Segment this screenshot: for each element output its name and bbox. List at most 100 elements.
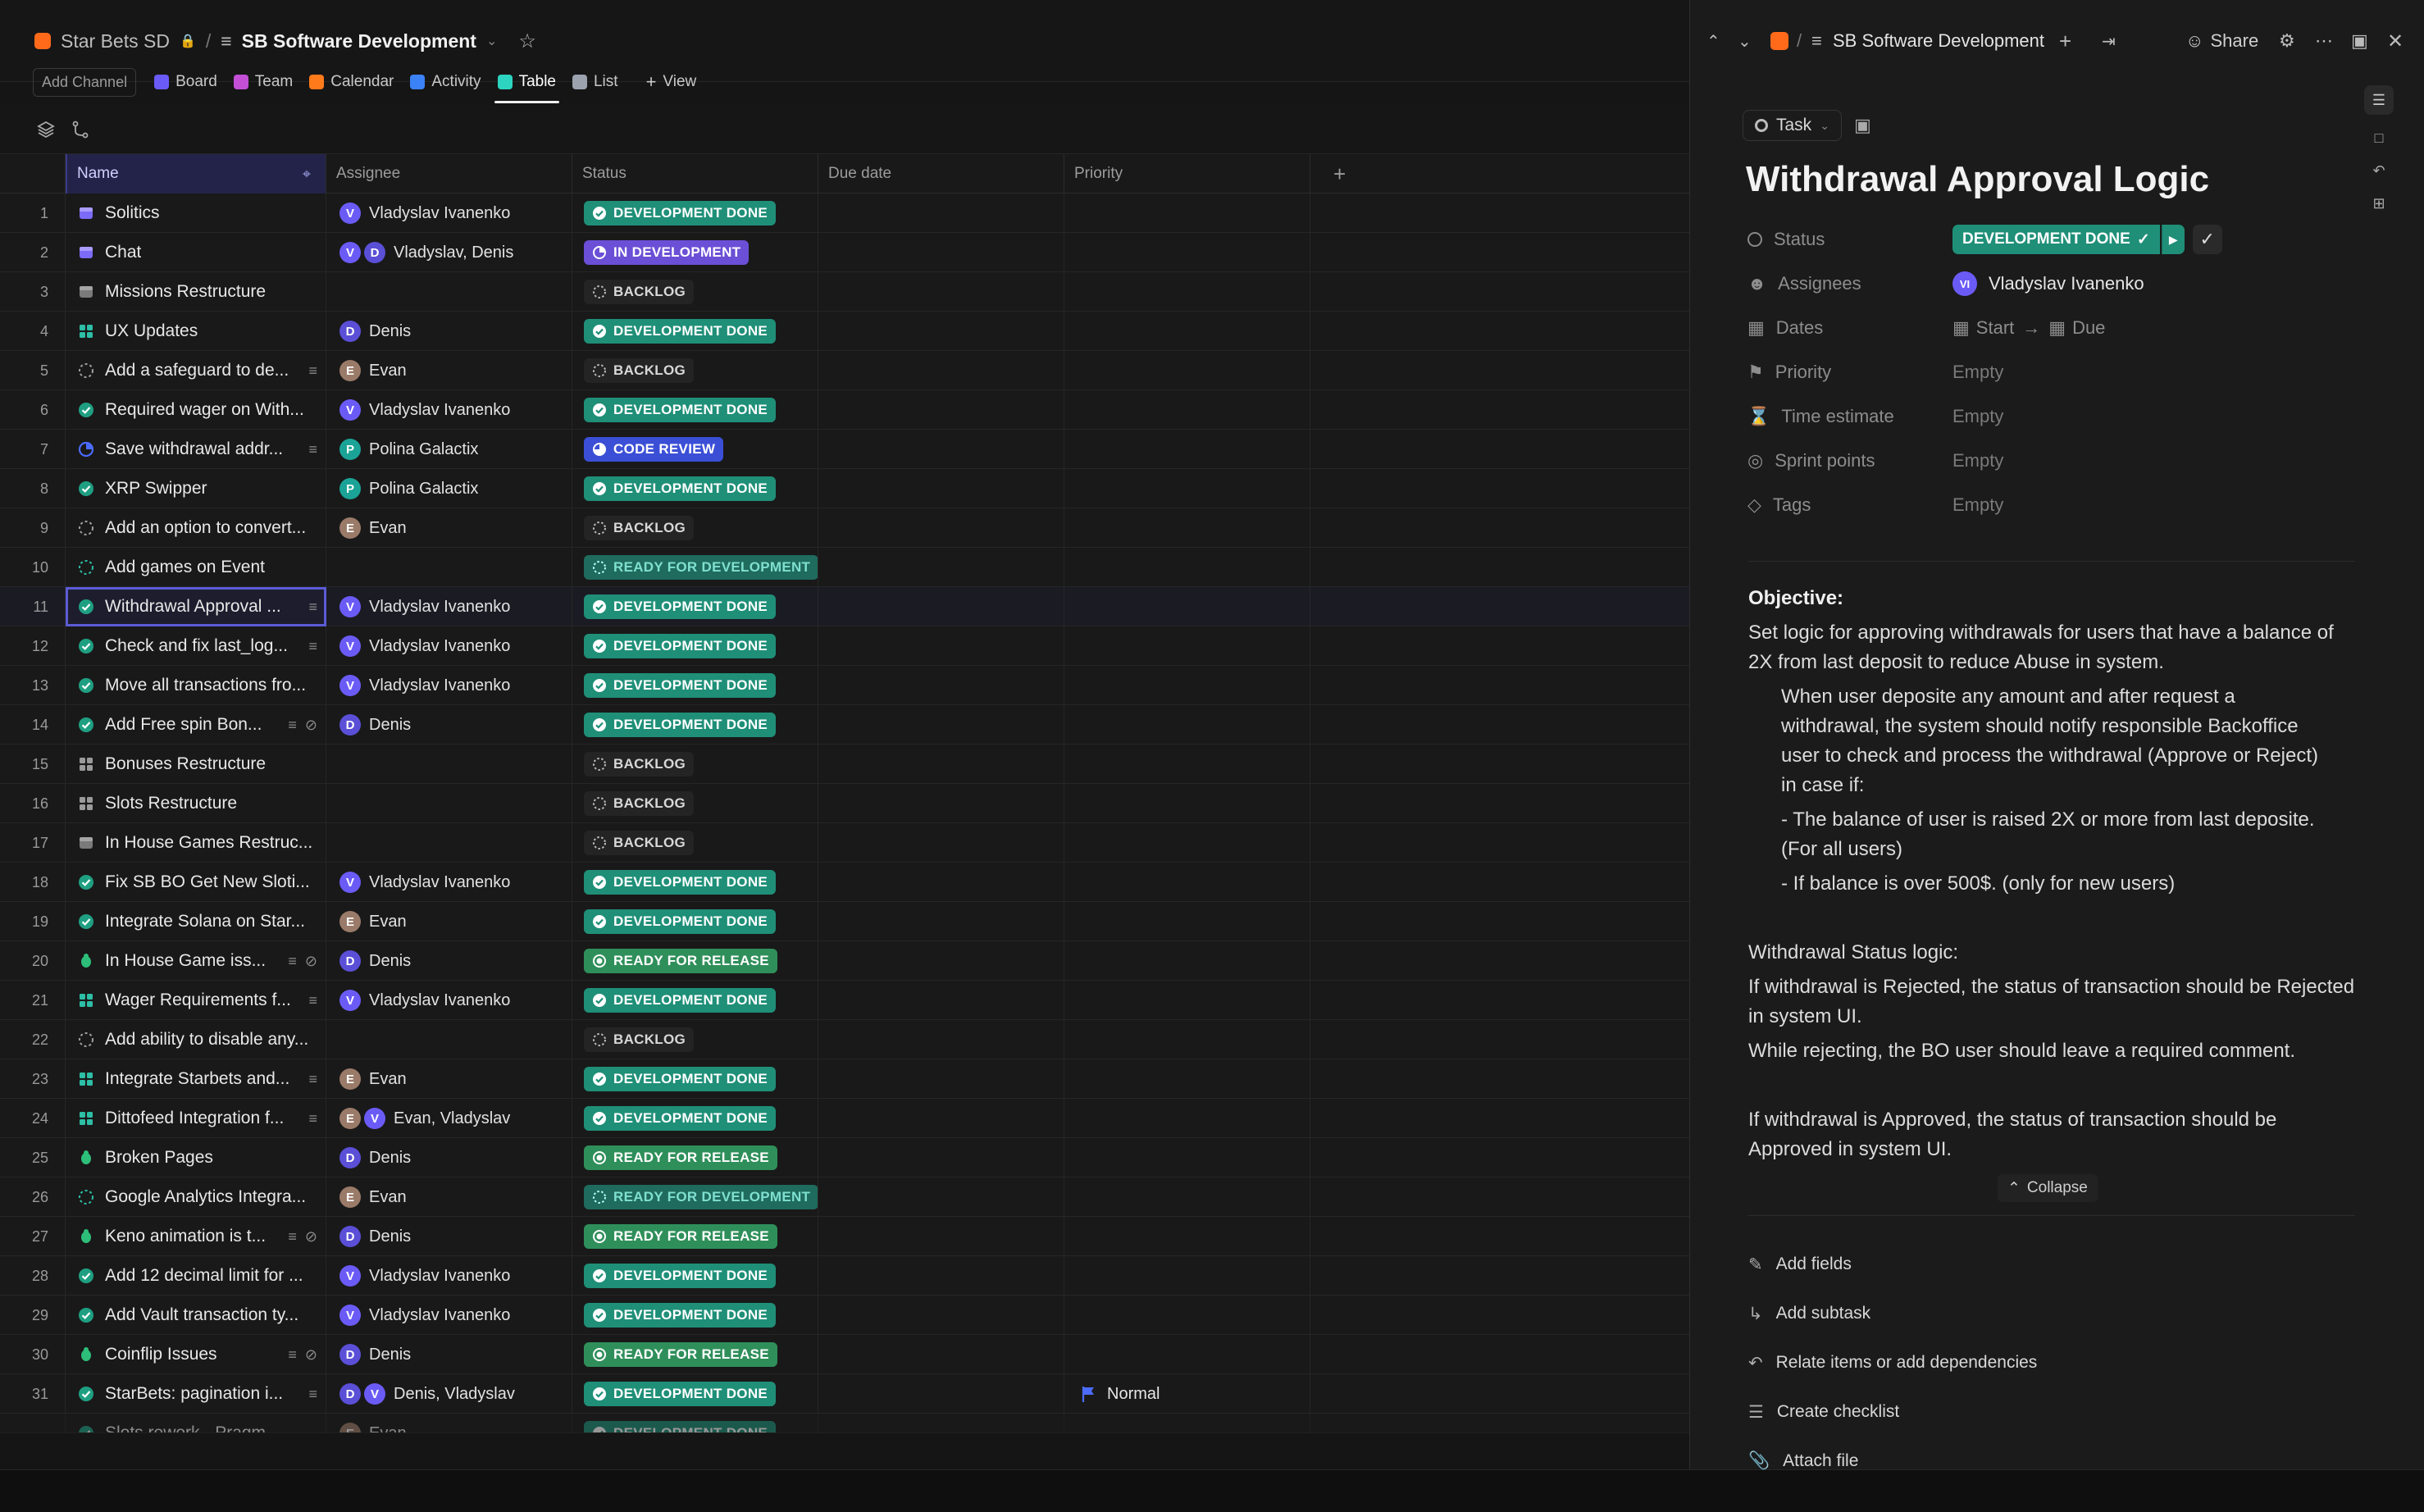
tab-list[interactable]: List [564,66,627,98]
move-icon[interactable]: ⇥ [2102,31,2116,52]
check-status-icon[interactable] [77,637,95,655]
start-date-button[interactable]: ▦ Start [1952,317,2014,339]
priority-cell[interactable] [1064,981,1310,1020]
relate-items-button[interactable]: ↶ Relate items or add dependencies [1748,1346,2037,1379]
status-cell[interactable]: BACKLOG [572,745,818,784]
status-badge[interactable]: DEVELOPMENT DONE [584,398,777,422]
add-subtask-button[interactable]: ↳ Add subtask [1748,1297,1870,1330]
details-icon[interactable]: ☰ [2364,85,2394,115]
subtasks-icon[interactable] [71,120,90,139]
table-row[interactable]: 8 XRP Swipper P Polina Galactix DEVELOPMENT … [0,469,1689,508]
assignee-cell[interactable] [326,784,572,823]
priority-cell[interactable] [1064,587,1310,626]
status-cell[interactable]: DEVELOPMENT DONE [572,469,818,508]
task-name-cell[interactable]: Withdrawal Approval ... ≡ [66,587,326,626]
check-status-icon[interactable] [77,676,95,695]
tab-table[interactable]: Table [490,66,564,103]
collapse-button[interactable]: ⌃ Collapse [1998,1174,2098,1202]
priority-cell[interactable] [1064,941,1310,981]
due-date-cell[interactable] [818,587,1064,626]
status-cell[interactable]: DEVELOPMENT DONE [572,981,818,1020]
status-badge[interactable]: DEVELOPMENT DONE [584,594,777,619]
assignee-cell[interactable]: E Evan [326,351,572,390]
table-row[interactable]: 17 In House Games Restruc... BACKLOG [0,823,1689,863]
assignee-cell[interactable]: V Vladyslav Ivanenko [326,626,572,666]
table-row[interactable]: 13 Move all transactions fro... V Vladyslav… [0,666,1689,705]
add-column-button[interactable]: + [1310,154,1689,194]
task-title[interactable]: Withdrawal Approval Logic [1746,159,2209,200]
due-date-cell[interactable] [818,902,1064,941]
table-row[interactable]: 2 Chat V D Vladyslav, Denis IN DEVELOPMENT [0,233,1689,272]
check-status-icon[interactable] [77,598,95,616]
add-view-button[interactable]: + View [638,66,705,98]
table-row[interactable]: 26 Google Analytics Integra... E Evan READY … [0,1177,1689,1217]
status-badge[interactable]: DEVELOPMENT DONE ✓ [1952,225,2160,254]
assignee-cell[interactable]: E Evan [326,902,572,941]
table-row[interactable]: 6 Required wager on With... V Vladyslav Iva… [0,390,1689,430]
task-name-cell[interactable]: Add Vault transaction ty... [66,1296,326,1335]
tab-board[interactable]: Board [146,66,226,98]
column-header-name[interactable]: Name ⌖ [66,154,326,194]
status-cell[interactable]: READY FOR RELEASE [572,941,818,981]
task-name-cell[interactable]: XRP Swipper [66,469,326,508]
grid-status-icon[interactable] [77,991,95,1009]
task-name-cell[interactable]: Bonuses Restructure [66,745,326,784]
status-badge[interactable]: READY FOR RELEASE [584,1145,777,1170]
status-badge[interactable]: DEVELOPMENT DONE [584,1421,777,1432]
status-cell[interactable]: DEVELOPMENT DONE [572,390,818,430]
layers-icon[interactable] [36,120,56,139]
due-date-cell[interactable] [818,351,1064,390]
assignee-cell[interactable]: D Denis [326,312,572,351]
task-name-cell[interactable]: Add a safeguard to de... ≡ [66,351,326,390]
priority-cell[interactable] [1064,194,1310,233]
status-cell[interactable]: DEVELOPMENT DONE [572,194,818,233]
scan-icon[interactable]: ▣ [1854,115,1871,136]
apps-icon[interactable]: ⊞ [2364,189,2394,218]
assignee-cell[interactable]: D Denis [326,1217,572,1256]
more-icon[interactable]: ⋯ [2315,30,2333,52]
status-cell[interactable]: DEVELOPMENT DONE [572,1414,818,1432]
assignee-cell[interactable]: D Denis [326,705,572,745]
due-date-cell[interactable] [818,745,1064,784]
status-cell[interactable]: BACKLOG [572,351,818,390]
grid-status-icon[interactable] [77,322,95,340]
assignee-cell[interactable]: D Denis [326,941,572,981]
assignee-cell[interactable] [326,823,572,863]
link-icon[interactable]: ↶ [2364,156,2394,185]
due-date-cell[interactable] [818,666,1064,705]
task-name-cell[interactable]: Add games on Event [66,548,326,587]
task-name-cell[interactable]: StarBets: pagination i... ≡ [66,1374,326,1414]
status-cell[interactable]: DEVELOPMENT DONE [572,587,818,626]
assignee-cell[interactable]: P Polina Galactix [326,469,572,508]
grid-status-icon[interactable] [77,1070,95,1088]
complete-button[interactable]: ✓ [2192,225,2222,254]
bug-status-icon[interactable] [77,1149,95,1167]
assignee-cell[interactable] [326,745,572,784]
table-row[interactable]: 24 Dittofeed Integration f... ≡ E V Evan, Vla… [0,1099,1689,1138]
table-row[interactable]: 31 StarBets: pagination i... ≡ D V Denis, Vla… [0,1374,1689,1414]
task-name-cell[interactable]: Wager Requirements f... ≡ [66,981,326,1020]
status-badge[interactable]: DEVELOPMENT DONE [584,909,777,934]
assignee-value[interactable]: VI Vladyslav Ivanenko [1952,271,2144,296]
due-date-cell[interactable] [818,1296,1064,1335]
table-row[interactable]: 12 Check and fix last_log... ≡ V Vladyslav I… [0,626,1689,666]
table-row[interactable]: 10 Add games on Event READY FOR DEVELOPMEN… [0,548,1689,587]
dashed-status-icon[interactable] [77,519,95,537]
add-fields-button[interactable]: ✎ Add fields [1748,1248,1852,1281]
status-cell[interactable]: BACKLOG [572,272,818,312]
priority-cell[interactable] [1064,1414,1310,1432]
status-badge[interactable]: READY FOR DEVELOPMENT [584,555,818,580]
status-cell[interactable]: READY FOR DEVELOPMENT [572,1177,818,1217]
status-badge[interactable]: BACKLOG [584,791,695,816]
task-name-cell[interactable]: Broken Pages [66,1138,326,1177]
progress-status-icon[interactable] [77,440,95,458]
task-name-cell[interactable]: Solitics [66,194,326,233]
priority-cell[interactable] [1064,863,1310,902]
table-row[interactable]: 27 Keno animation is t... ≡ ⊘ D Denis READY FO… [0,1217,1689,1256]
pin-icon[interactable]: ⌖ [303,166,311,183]
assignee-cell[interactable] [326,272,572,312]
due-date-cell[interactable] [818,469,1064,508]
priority-cell[interactable] [1064,1217,1310,1256]
status-badge[interactable]: DEVELOPMENT DONE [584,634,777,658]
assignee-cell[interactable]: V Vladyslav Ivanenko [326,863,572,902]
